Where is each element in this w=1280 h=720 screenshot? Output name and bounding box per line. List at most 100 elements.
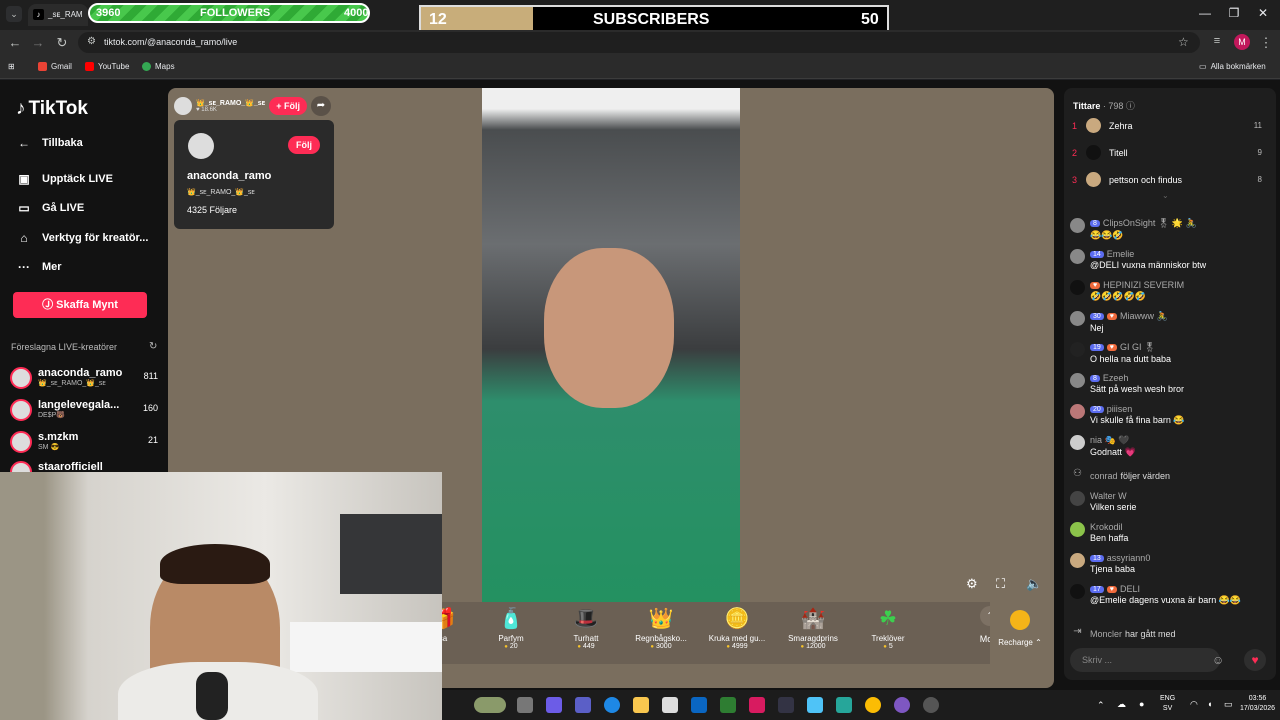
suggested-creator[interactable]: s.mzkm SM 😎 21 (10, 431, 158, 453)
host-avatar[interactable] (174, 97, 192, 115)
avatar (1070, 584, 1085, 599)
get-coins-button[interactable]: Ⓙ Skaffa Mynt (13, 292, 147, 318)
office-icon[interactable] (749, 697, 765, 713)
card-username[interactable]: anaconda_ramo (187, 170, 271, 182)
edge-icon[interactable] (604, 697, 620, 713)
task-view-icon[interactable] (517, 697, 533, 713)
media-control-icon[interactable]: ≡ (1210, 35, 1224, 47)
tab-search-icon[interactable]: ⌄ (6, 6, 22, 22)
tiktok-logo[interactable]: ♪ TikTok (16, 98, 88, 120)
top-viewer[interactable]: 3 pettson och findus 8 (1072, 172, 1262, 187)
chat-message[interactable]: 19 ♥ GI GI 🎖 O hella na dutt baba (1070, 342, 1270, 364)
copilot-icon[interactable] (546, 697, 562, 713)
chat-message[interactable]: 30 ♥ Miawww 🚴 Nej (1070, 311, 1270, 333)
mic-tray-icon[interactable]: ● (1139, 699, 1144, 709)
like-heart-icon[interactable]: ♥ (1244, 649, 1266, 671)
close-icon[interactable]: ✕ (1253, 6, 1273, 20)
gift-item[interactable]: 👑 Regnbågsko...3000 (626, 606, 696, 650)
chat-message[interactable]: 8 Ezeeh Sätt på wesh wesh bror (1070, 373, 1270, 394)
obs-icon[interactable] (923, 697, 939, 713)
teams-icon[interactable] (575, 697, 591, 713)
all-bookmarks[interactable]: ▭ Alla bokmärken (1199, 62, 1266, 71)
weather-widget-icon[interactable] (474, 697, 506, 713)
card-follow-button[interactable]: Följ (288, 136, 320, 154)
fan-badge: ♥ (1090, 281, 1101, 289)
outlook-icon[interactable] (691, 697, 707, 713)
chat-user: Krokodil (1090, 522, 1123, 532)
bookmark-maps[interactable]: Maps (142, 62, 175, 71)
volume-icon[interactable]: 🔈 (1026, 576, 1042, 592)
reload-icon[interactable]: ↻ (55, 35, 69, 51)
address-bar[interactable]: ⚙ tiktok.com/@anaconda_ramo/live ☆ (78, 32, 1200, 53)
chat-message[interactable]: 14 Emelie @DELI vuxna människor btw (1070, 249, 1270, 270)
nav-discover-live[interactable]: ▣ Upptäck LIVE (16, 172, 113, 186)
forward-arrow-icon[interactable]: → (31, 35, 45, 50)
profile-avatar[interactable]: M (1234, 34, 1250, 50)
chat-message[interactable]: Krokodil Ben haffa (1070, 522, 1270, 543)
nav-creator-tools[interactable]: ⌂ Verktyg för kreatör... (16, 231, 148, 245)
terminal-icon[interactable] (836, 697, 852, 713)
discord-icon[interactable] (894, 697, 910, 713)
chat-message[interactable]: 8 ClipsOnSight 🎖 🌟 🚴 😂😂🤣 (1070, 218, 1270, 241)
fullscreen-icon[interactable]: ⛶ (996, 576, 1005, 592)
refresh-icon[interactable]: ↻ (149, 341, 157, 352)
language-indicator[interactable]: ENG SV (1160, 694, 1175, 714)
bookmark-youtube[interactable]: YouTube (85, 62, 129, 71)
bookmark-star-icon[interactable]: ☆ (1178, 35, 1189, 49)
kebab-menu-icon[interactable]: ⋮ (1259, 35, 1273, 51)
chat-event[interactable]: ⚇ conrad följer värden (1070, 468, 1270, 483)
suggested-creator[interactable]: anaconda_ramo 👑_sᴇ_RAMO_👑_sᴇ 811 (10, 367, 158, 389)
card-avatar[interactable] (188, 133, 214, 159)
browser-tab[interactable]: ♪ _sᴇ_RAM (28, 4, 88, 26)
chat-message[interactable]: 13 assyriann0 Tjena baba (1070, 553, 1270, 574)
file-explorer-icon[interactable] (633, 697, 649, 713)
clock[interactable]: 03:56 17/03/2026 (1240, 694, 1275, 714)
wifi-icon[interactable]: ◠ (1190, 699, 1198, 709)
chat-input[interactable]: Skriv ... (1070, 648, 1220, 672)
top-viewer[interactable]: 1 Zehra 11 (1072, 118, 1262, 133)
gift-item[interactable]: 🎩 Turhatt449 (551, 606, 621, 650)
minimize-icon[interactable]: — (1195, 6, 1215, 20)
chat-message[interactable]: nia 🎭 🖤 Godnatt 💗 (1070, 435, 1270, 458)
chevron-down-icon[interactable]: ⌄ (1162, 191, 1169, 200)
emoji-icon[interactable]: ☺ (1212, 653, 1224, 667)
store-icon[interactable] (662, 697, 678, 713)
apps-grid-icon[interactable]: ⊞ (8, 62, 15, 71)
tab-title: _sᴇ_RAM (48, 10, 83, 19)
recharge-button[interactable]: Recharge ⌃ (990, 602, 1050, 664)
chat-message[interactable]: 17 ♥ DELI @Emelie dagens vuxna är barn 😂😂 (1070, 584, 1270, 606)
suggested-creator[interactable]: langelevegala... DE$P🐻 160 (10, 399, 158, 421)
all-bookmarks-label: Alla bokmärken (1210, 62, 1266, 71)
host-likes: ♥ 18.6K (196, 107, 217, 113)
back-arrow-icon[interactable]: ← (8, 35, 22, 50)
onedrive-icon[interactable]: ☁ (1117, 699, 1126, 709)
nav-go-live[interactable]: ▭ Gå LIVE (16, 201, 84, 215)
share-icon[interactable]: ➦ (310, 96, 331, 116)
speaker-icon[interactable]: ◖ (1207, 699, 1212, 709)
gift-item[interactable]: ☘ Treklöver5 (853, 606, 923, 650)
nav-back[interactable]: ← Tillbaka (16, 136, 83, 150)
chat-message[interactable]: ♥ HEPINIZI SEVERIM 🤣🤣🤣🤣🤣 (1070, 280, 1270, 302)
chat-message[interactable]: Walter W Vilken serie (1070, 491, 1270, 512)
gift-item[interactable]: 🪙 Kruka med gu...4999 (702, 606, 772, 650)
vpn-icon[interactable] (778, 697, 794, 713)
defender-icon[interactable] (720, 697, 736, 713)
restore-icon[interactable]: ❐ (1224, 6, 1244, 20)
chat-event[interactable]: ⇥ Moncler har gått med (1070, 626, 1270, 641)
top-viewer[interactable]: 2 Titell 9 (1072, 145, 1262, 160)
gift-item[interactable]: 🧴 Parfym20 (476, 606, 546, 650)
nav-more[interactable]: ··· Mer (16, 260, 62, 274)
back-icon: ← (18, 136, 30, 150)
site-info-icon[interactable]: ⚙ (87, 36, 96, 47)
host-follow-button[interactable]: + Följ (269, 97, 307, 115)
photos-icon[interactable] (807, 697, 823, 713)
battery-icon[interactable]: ▭ (1224, 699, 1233, 709)
chrome-icon[interactable] (865, 697, 881, 713)
gift-item[interactable]: 🏰 Smaragdprins12000 (778, 606, 848, 650)
settings-icon[interactable]: ⚙ (966, 576, 978, 592)
chat-message[interactable]: 20 piiisen Vi skulle få fina barn 😂 (1070, 404, 1270, 426)
viewers-header[interactable]: Tittare · 798 ⓘ (1073, 99, 1135, 112)
live-video[interactable] (482, 88, 740, 610)
bookmark-gmail[interactable]: Gmail (38, 62, 72, 71)
tray-chevron-icon[interactable]: ⌃ (1097, 700, 1105, 710)
